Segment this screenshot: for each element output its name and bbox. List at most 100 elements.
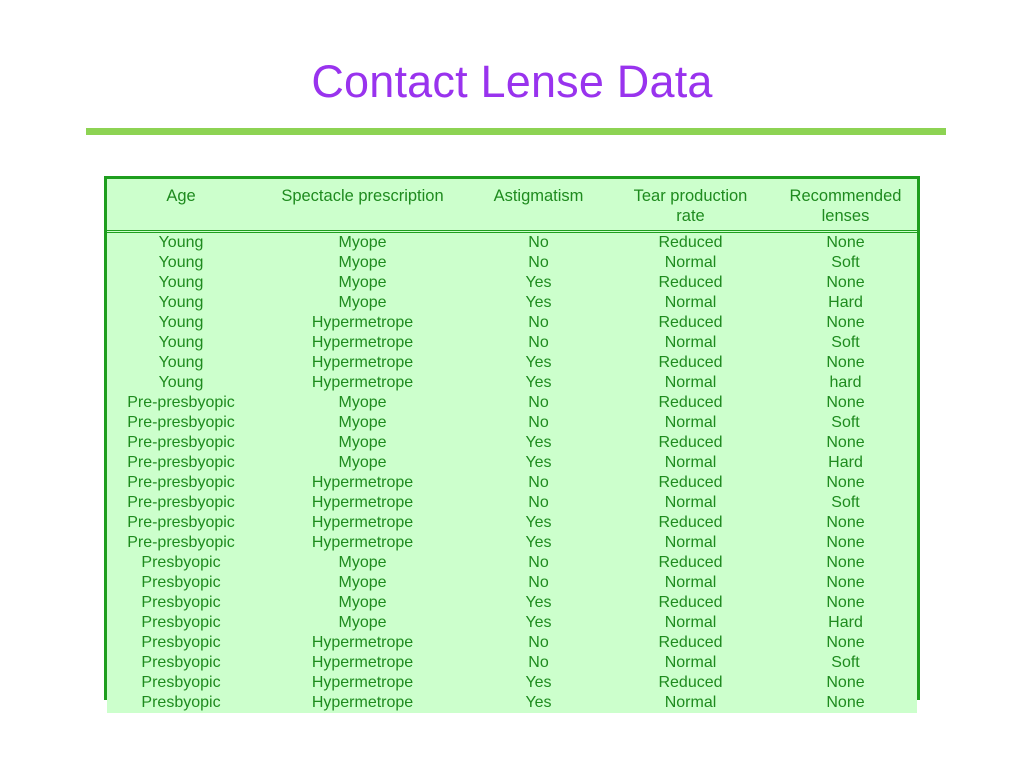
title-divider xyxy=(86,128,946,135)
table-cell: Presbyopic xyxy=(141,574,221,591)
table-cell: hard xyxy=(829,374,862,391)
table-cell: Normal xyxy=(664,294,717,311)
table-cell: None xyxy=(826,634,865,651)
table-cell: Hard xyxy=(828,294,863,311)
table-cell: Reduced xyxy=(658,554,723,571)
table-cell: Soft xyxy=(831,254,860,271)
table-cell: Normal xyxy=(664,414,717,431)
table-cell: Hypermetrope xyxy=(311,634,414,651)
column-header-label: Recommended xyxy=(789,187,902,205)
table-cell: Soft xyxy=(831,414,860,431)
column-header-astigmatism: Astigmatism xyxy=(470,179,607,232)
table-row: Presbyopic Hypermetrope Yes Normal None xyxy=(107,693,917,713)
table-cell: Hypermetrope xyxy=(311,474,414,491)
table-cell: Hypermetrope xyxy=(311,334,414,351)
table-row: Presbyopic Myope Yes Reduced None xyxy=(107,593,917,613)
table-cell: Presbyopic xyxy=(141,694,221,711)
table-cell: Normal xyxy=(664,654,717,671)
table-cell: No xyxy=(528,234,549,251)
table-row: Young Myope Yes Reduced None xyxy=(107,273,917,293)
table-cell: No xyxy=(528,394,549,411)
data-table: Age Spectacle prescription Astigmatism Tear… xyxy=(107,179,917,713)
table-cell: Yes xyxy=(525,674,552,691)
table-cell: Hypermetrope xyxy=(311,654,414,671)
table-cell: Myope xyxy=(338,454,387,471)
page-title: Contact Lense Data xyxy=(311,56,713,107)
table-cell: Normal xyxy=(664,494,717,511)
table-cell: Normal xyxy=(664,574,717,591)
table-header: Age Spectacle prescription Astigmatism Tear… xyxy=(107,179,917,232)
table-row: Presbyopic Myope No Normal None xyxy=(107,573,917,593)
table-cell: None xyxy=(826,274,865,291)
table-cell: Hard xyxy=(828,614,863,631)
table-cell: Young xyxy=(158,334,204,351)
table-cell: Normal xyxy=(664,614,717,631)
table-cell: Normal xyxy=(664,374,717,391)
table-cell: No xyxy=(528,414,549,431)
table-row: Young Hypermetrope No Reduced None xyxy=(107,313,917,333)
table-cell: Yes xyxy=(525,614,552,631)
table-cell: Pre-presbyopic xyxy=(127,394,235,411)
table-cell: Yes xyxy=(525,694,552,711)
table-cell: Pre-presbyopic xyxy=(127,454,235,471)
table-cell: Normal xyxy=(664,694,717,711)
table-cell: Yes xyxy=(525,454,552,471)
table-cell: Hypermetrope xyxy=(311,354,414,371)
table-cell: Yes xyxy=(525,594,552,611)
table-cell: Presbyopic xyxy=(141,594,221,611)
table-cell: Hypermetrope xyxy=(311,534,414,551)
table-cell: Reduced xyxy=(658,354,723,371)
table-cell: Reduced xyxy=(658,514,723,531)
table-row: Pre-presbyopic Hypermetrope No Reduced None xyxy=(107,473,917,493)
table-cell: Yes xyxy=(525,534,552,551)
table-cell: None xyxy=(826,574,865,591)
table-cell: None xyxy=(826,474,865,491)
column-header-label-line2: rate xyxy=(676,207,705,225)
table-cell: Hypermetrope xyxy=(311,514,414,531)
table-cell: Myope xyxy=(338,594,387,611)
table-cell: Reduced xyxy=(658,474,723,491)
table-cell: Myope xyxy=(338,394,387,411)
table-cell: Pre-presbyopic xyxy=(127,414,235,431)
table-cell: Young xyxy=(158,354,204,371)
column-header-label: Astigmatism xyxy=(493,187,584,205)
table-row: Pre-presbyopic Myope Yes Reduced None xyxy=(107,433,917,453)
table-row: Presbyopic Myope Yes Normal Hard xyxy=(107,613,917,633)
table-row: Pre-presbyopic Myope No Reduced None xyxy=(107,393,917,413)
slide-canvas: Contact Lense Data Age Spectacle prescrip… xyxy=(0,0,1024,768)
table-cell: Pre-presbyopic xyxy=(127,434,235,451)
table-cell: Reduced xyxy=(658,674,723,691)
table-cell: Myope xyxy=(338,554,387,571)
table-cell: None xyxy=(826,694,865,711)
table-cell: No xyxy=(528,334,549,351)
column-header-recommended-lenses: Recommended lenses xyxy=(774,179,917,232)
table-row: Pre-presbyopic Myope No Normal Soft xyxy=(107,413,917,433)
table-cell: Yes xyxy=(525,354,552,371)
table-cell: Reduced xyxy=(658,274,723,291)
column-header-tear-production-rate: Tear production rate xyxy=(607,179,774,232)
column-header-label: Age xyxy=(166,187,196,205)
table-cell: Soft xyxy=(831,494,860,511)
table-cell: Soft xyxy=(831,654,860,671)
table-cell: Myope xyxy=(338,274,387,291)
table-cell: Young xyxy=(158,274,204,291)
table-cell: None xyxy=(826,234,865,251)
table-cell: No xyxy=(528,254,549,271)
column-header-label: Spectacle prescription xyxy=(281,187,444,205)
table-cell: Hypermetrope xyxy=(311,494,414,511)
table-cell: Normal xyxy=(664,254,717,271)
table-cell: Reduced xyxy=(658,434,723,451)
column-header-age: Age xyxy=(107,179,255,232)
table-row: Young Myope No Reduced None xyxy=(107,232,917,254)
table-cell: Presbyopic xyxy=(141,634,221,651)
table-cell: No xyxy=(528,574,549,591)
table-row: Presbyopic Hypermetrope Yes Reduced None xyxy=(107,673,917,693)
table-cell: None xyxy=(826,594,865,611)
table-cell: Yes xyxy=(525,434,552,451)
table-row: Presbyopic Myope No Reduced None xyxy=(107,553,917,573)
table-row: Young Hypermetrope No Normal Soft xyxy=(107,333,917,353)
table-cell: Presbyopic xyxy=(141,674,221,691)
table-cell: Reduced xyxy=(658,234,723,251)
table-row: Young Myope Yes Normal Hard xyxy=(107,293,917,313)
table-row: Pre-presbyopic Hypermetrope Yes Normal None xyxy=(107,533,917,553)
